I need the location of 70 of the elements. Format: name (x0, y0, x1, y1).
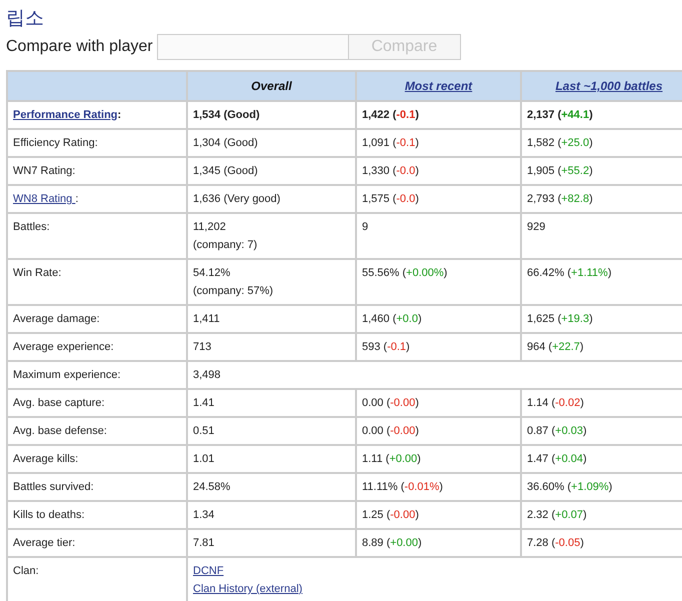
player-input-field[interactable] (156, 34, 349, 60)
stat-value: 1.25 (-0.00) (362, 509, 419, 521)
stat-value: 11,202 (193, 221, 226, 233)
stat-value: 7.28 (-0.05) (527, 537, 584, 549)
stat-value: 1,091 (-0.1) (362, 137, 419, 149)
label-colon: : (118, 109, 122, 121)
stat-value: 1.41 (193, 397, 214, 409)
rating-link[interactable]: Performance Rating (13, 109, 118, 121)
stat-value: 1,345 (Good) (193, 165, 258, 177)
stat-value: 2.32 (+0.07) (527, 509, 587, 521)
stat-value: 1,460 (+0.0) (362, 313, 422, 325)
row-label: WN7 Rating: (13, 165, 76, 177)
row-label: Average tier: (13, 537, 76, 549)
stat-value: 1,636 (Very good) (193, 193, 280, 205)
stat-value: 1,582 (+25.0) (527, 137, 593, 149)
stat-value: 55.56% (+0.00%) (362, 267, 448, 279)
row-label: Average experience: (13, 341, 114, 353)
stat-value: 36.60% (+1.09%) (527, 481, 612, 493)
row-label: Maximum experience: (13, 369, 121, 381)
rating-link[interactable]: WN8 Rating (13, 193, 76, 205)
stat-value: 593 (-0.1) (362, 341, 410, 353)
stat-note: (company: 57%) (193, 285, 274, 297)
stat-value: 1.14 (-0.02) (527, 397, 584, 409)
stat-value: 24.58% (193, 481, 230, 493)
stat-value: 964 (+22.7) (527, 341, 584, 353)
row-label: Avg. base capture: (13, 397, 105, 409)
stat-value: 1,304 (Good) (193, 137, 258, 149)
stat-value: 8.89 (+0.00) (362, 537, 422, 549)
stat-value: 929 (527, 221, 546, 233)
stat-value: 9 (362, 221, 368, 233)
stat-value: 11.11% (-0.01%) (362, 481, 443, 493)
row-label: Average kills: (13, 453, 78, 465)
stat-value: 54.12% (193, 267, 230, 279)
stat-value: 2,793 (+82.8) (527, 193, 593, 205)
stat-value: 66.42% (+1.11%) (527, 267, 612, 279)
stat-value: 0.51 (193, 425, 214, 437)
column-header: Overall (251, 79, 292, 93)
stat-value: 1,625 (+19.3) (527, 313, 593, 325)
stat-value: 2,137 (+44.1) (527, 109, 593, 121)
stat-value: 1.01 (193, 453, 214, 465)
stat-value: 0.87 (+0.03) (527, 425, 587, 437)
stat-value: 1,905 (+55.2) (527, 165, 593, 177)
clan-link[interactable]: Clan History (external) (193, 582, 302, 596)
stat-value: 1,575 (-0.0) (362, 193, 419, 205)
stat-value: 1,411 (193, 313, 220, 325)
stat-value: 1,422 (-0.1) (362, 109, 419, 121)
compare-label: Compare with player (6, 38, 153, 56)
row-label: Efficiency Rating: (13, 137, 98, 149)
row-label: Battles: (13, 221, 50, 233)
row-label: Battles survived: (13, 481, 94, 493)
label-colon: : (75, 193, 78, 205)
stat-value: 1,534 (Good) (193, 109, 260, 121)
clan-link[interactable]: DCNF (193, 564, 224, 578)
stat-value: 0.00 (-0.00) (362, 397, 419, 409)
row-label: Average damage: (13, 313, 100, 325)
row-label: Avg. base defense: (13, 425, 107, 437)
stat-value: 713 (193, 341, 212, 353)
stat-value: 7.81 (193, 537, 214, 549)
stat-value: 3,498 (193, 369, 221, 381)
row-label: Clan: (13, 565, 39, 577)
stat-value: 1,330 (-0.0) (362, 165, 419, 177)
row-label: Kills to deaths: (13, 509, 85, 521)
column-header-link[interactable]: Most recent (404, 79, 472, 93)
player-name: 립소 (6, 6, 45, 30)
row-label: Win Rate: (13, 267, 62, 279)
stat-value: 1.34 (193, 509, 214, 521)
stat-value: 0.00 (-0.00) (362, 425, 419, 437)
stat-note: (company: 7) (193, 239, 258, 251)
stat-value: 1.11 (+0.00) (362, 453, 421, 465)
stat-value: 1.47 (+0.04) (527, 453, 587, 465)
